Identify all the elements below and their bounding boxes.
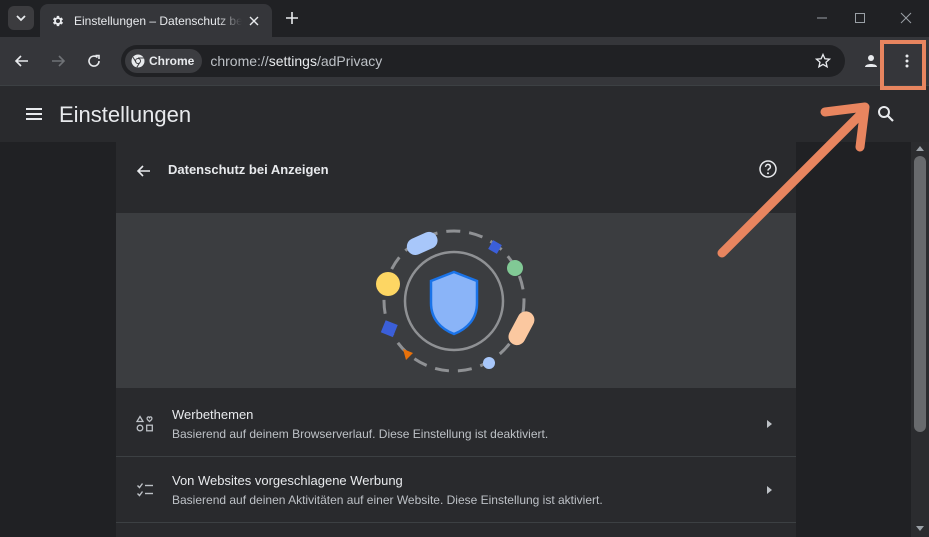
profile-icon[interactable] xyxy=(860,50,882,72)
toolbar: Chrome chrome://settings/adPrivacy xyxy=(0,37,929,85)
scroll-down-arrow-icon[interactable] xyxy=(916,526,924,531)
chevron-down-icon xyxy=(16,15,26,22)
url-text: chrome://settings/adPrivacy xyxy=(210,53,382,69)
page-title: Einstellungen xyxy=(59,102,192,127)
tab-strip: Einstellungen – Datenschutz bei Anzeigen xyxy=(0,0,929,37)
shield-illustration xyxy=(376,229,535,373)
minimize-icon[interactable] xyxy=(810,6,834,30)
site-suggested-ads-icon xyxy=(137,483,153,497)
url-host: settings xyxy=(268,53,317,69)
row-title: Von Websites vorgeschlagene Werbung xyxy=(172,473,403,488)
ad-privacy-illustration xyxy=(116,213,796,388)
url-scheme: chrome:// xyxy=(210,53,269,69)
site-chip[interactable]: Chrome xyxy=(125,49,203,73)
back-icon[interactable] xyxy=(10,49,34,73)
row-title: Werbethemen xyxy=(172,407,254,422)
maximize-icon[interactable] xyxy=(848,6,872,30)
chrome-logo-icon xyxy=(131,54,145,68)
star-icon[interactable] xyxy=(815,53,831,69)
list-item-ad-topics[interactable]: Werbethemen Basierend auf deinem Browser… xyxy=(116,392,796,457)
plus-icon[interactable] xyxy=(282,8,302,28)
ad-topics-icon xyxy=(136,415,153,432)
url-path: /adPrivacy xyxy=(316,53,383,69)
chevron-right-icon xyxy=(767,420,772,428)
close-window-icon[interactable] xyxy=(894,6,918,30)
subpage-title: Datenschutz bei Anzeigen xyxy=(168,162,329,177)
hamburger-icon[interactable] xyxy=(24,105,44,123)
scroll-thumb[interactable] xyxy=(914,156,926,432)
active-tab[interactable]: Einstellungen – Datenschutz bei Anzeigen xyxy=(40,4,272,37)
tab-title: Einstellungen – Datenschutz bei Anzeigen xyxy=(74,13,242,28)
back-arrow-icon[interactable] xyxy=(134,161,154,181)
subpage-header: Datenschutz bei Anzeigen xyxy=(116,142,796,212)
forward-icon[interactable] xyxy=(46,49,70,73)
list-item-site-suggested-ads[interactable]: Von Websites vorgeschlagene Werbung Basi… xyxy=(116,458,796,523)
row-subtitle: Basierend auf deinen Aktivitäten auf ein… xyxy=(172,493,603,507)
scroll-up-arrow-icon[interactable] xyxy=(916,146,924,151)
omnibox[interactable]: Chrome chrome://settings/adPrivacy xyxy=(121,45,845,77)
reload-icon[interactable] xyxy=(82,49,106,73)
chip-label: Chrome xyxy=(149,54,195,68)
close-tab-icon[interactable] xyxy=(246,13,262,29)
page-scrollbar[interactable] xyxy=(911,142,929,537)
row-subtitle: Basierend auf deinem Browserverlauf. Die… xyxy=(172,427,549,441)
annotation-arrow xyxy=(717,102,870,258)
tab-search-button[interactable] xyxy=(8,6,34,30)
settings-gear-icon xyxy=(50,13,66,29)
chevron-right-icon xyxy=(767,486,772,494)
annotation-highlight-box xyxy=(880,40,926,90)
settings-card: Datenschutz bei Anzeigen Werbethemen Bas… xyxy=(116,142,796,537)
